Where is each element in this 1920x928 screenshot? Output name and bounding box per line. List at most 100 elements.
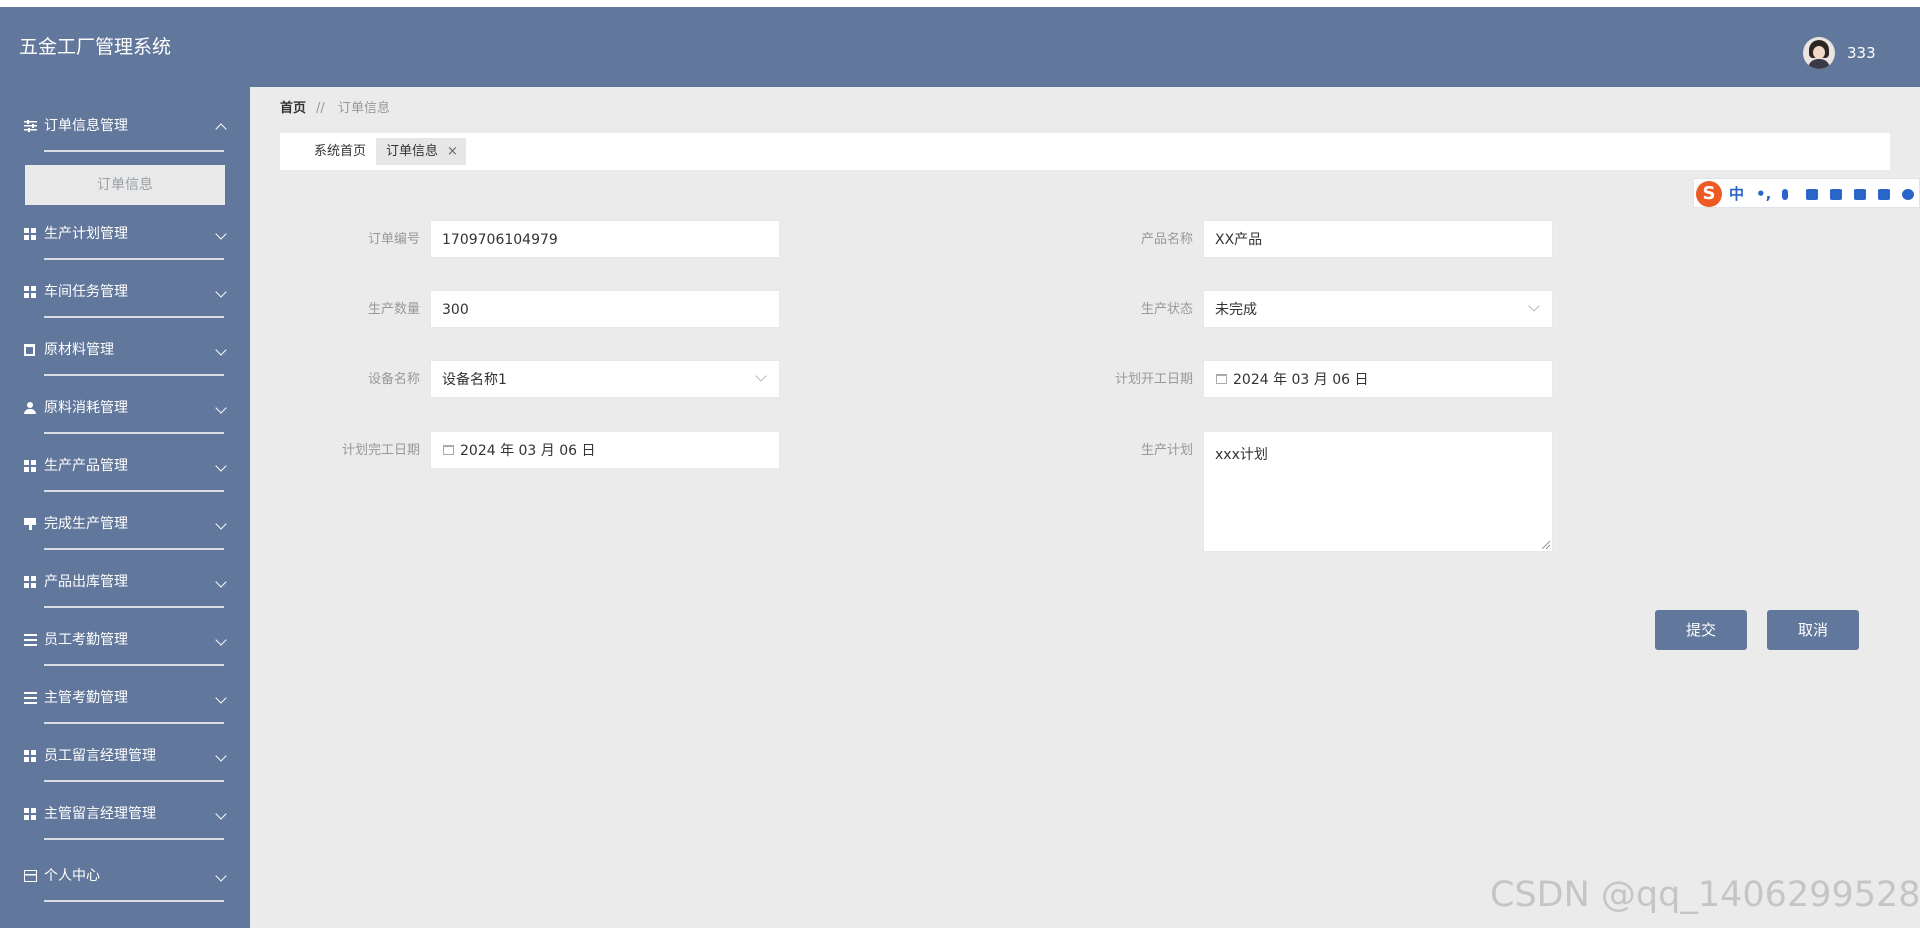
plan-textarea[interactable]: xxx计划: [1203, 431, 1553, 552]
sidebar-item-personal-center[interactable]: 个人中心: [0, 856, 250, 896]
skin-icon[interactable]: [1830, 189, 1842, 200]
microphone-icon[interactable]: [1782, 189, 1788, 200]
product-name-value: XX产品: [1215, 232, 1263, 248]
sogou-logo-icon[interactable]: S: [1696, 181, 1722, 207]
chevron-down-icon: [215, 518, 227, 530]
chevron-down-icon: [215, 576, 227, 588]
plan-start-value: 2024 年 03 月 06 日: [1233, 372, 1369, 388]
plan-value: xxx计划: [1215, 447, 1268, 463]
sidebar-item-label: 完成生产管理: [44, 516, 128, 532]
status-select[interactable]: 未完成: [1203, 290, 1553, 328]
chevron-down-icon: [215, 808, 227, 820]
apps-icon[interactable]: [1878, 189, 1890, 200]
chevron-down-icon: [215, 228, 227, 240]
sidebar-divider: [44, 374, 224, 376]
sidebar-item-label: 原料消耗管理: [44, 400, 128, 416]
quantity-input[interactable]: 300: [430, 290, 780, 328]
sidebar-item-raw-material[interactable]: 原材料管理: [0, 330, 250, 370]
submit-button[interactable]: 提交: [1655, 610, 1747, 650]
equipment-value: 设备名称1: [442, 372, 507, 388]
sidebar-item-supervisor-message[interactable]: 主管留言经理管理: [0, 794, 250, 834]
user-avatar[interactable]: [1803, 37, 1835, 69]
tab-bar: 系统首页 订单信息 ×: [280, 133, 1890, 170]
chevron-down-icon: [215, 634, 227, 646]
quantity-value: 300: [442, 302, 469, 318]
order-no-input[interactable]: 1709706104979: [430, 220, 780, 258]
sidebar-divider: [44, 316, 224, 318]
sidebar-item-staff-attendance[interactable]: 员工考勤管理: [0, 620, 250, 660]
settings-icon[interactable]: [1902, 189, 1914, 200]
ime-toolbar: S 中 •,: [1693, 178, 1920, 208]
sidebar-item-label: 员工考勤管理: [44, 632, 128, 648]
equipment-select[interactable]: 设备名称1: [430, 360, 780, 398]
quantity-label: 生产数量: [367, 302, 420, 317]
sidebar-item-product[interactable]: 生产产品管理: [0, 446, 250, 486]
plan-end-label: 计划完工日期: [341, 443, 420, 458]
plan-start-date-picker[interactable]: 2024 年 03 月 06 日: [1203, 360, 1553, 398]
sidebar-item-product-outbound[interactable]: 产品出库管理: [0, 562, 250, 602]
cancel-button[interactable]: 取消: [1767, 610, 1859, 650]
sidebar-divider: [44, 838, 224, 840]
sidebar-divider: [44, 548, 224, 550]
sidebar-divider: [44, 606, 224, 608]
sidebar-subitem-order-info[interactable]: 订单信息: [25, 165, 225, 205]
close-icon[interactable]: ×: [447, 138, 458, 165]
main-content: [250, 87, 1920, 928]
sidebar-item-finished-production[interactable]: 完成生产管理: [0, 504, 250, 544]
order-no-value: 1709706104979: [442, 232, 558, 248]
sidebar-item-label: 个人中心: [44, 868, 100, 884]
sidebar-divider: [44, 258, 224, 260]
tab-order-info[interactable]: 订单信息 ×: [376, 138, 466, 165]
sidebar-item-label: 主管考勤管理: [44, 690, 128, 706]
avatar-body: [1808, 59, 1830, 69]
grid-icon: [24, 750, 37, 762]
chevron-down-icon: [215, 286, 227, 298]
sidebar-item-order-info[interactable]: 订单信息管理: [0, 106, 250, 146]
ime-punctuation-toggle[interactable]: •,: [1756, 184, 1771, 204]
grid-icon: [24, 808, 37, 820]
plan-end-date-picker[interactable]: 2024 年 03 月 06 日: [430, 431, 780, 469]
grid-icon: [24, 576, 37, 588]
breadcrumb-home[interactable]: 首页: [280, 100, 306, 118]
sidebar-item-workshop-task[interactable]: 车间任务管理: [0, 272, 250, 312]
sidebar-item-staff-message[interactable]: 员工留言经理管理: [0, 736, 250, 776]
avatar-face: [1813, 46, 1825, 59]
list-icon: [24, 692, 37, 704]
equipment-label: 设备名称: [367, 372, 420, 387]
status-label: 生产状态: [1140, 302, 1193, 317]
resize-handle-icon[interactable]: [1542, 541, 1550, 549]
chevron-down-icon: [755, 370, 767, 382]
plan-start-label: 计划开工日期: [1114, 372, 1193, 387]
sidebar-item-label: 原材料管理: [44, 342, 114, 358]
grid-icon: [24, 228, 37, 240]
chevron-down-icon: [215, 402, 227, 414]
grid-icon: [24, 286, 37, 298]
sidebar-item-label: 订单信息管理: [44, 118, 128, 134]
ime-mode-toggle[interactable]: 中: [1729, 184, 1744, 204]
sidebar-item-material-consumption[interactable]: 原料消耗管理: [0, 388, 250, 428]
watermark: CSDN @qq_1406299528: [1490, 875, 1920, 915]
breadcrumb-current: 订单信息: [338, 101, 391, 116]
sidebar-item-label: 产品出库管理: [44, 574, 128, 590]
list-icon: [24, 634, 37, 646]
status-value: 未完成: [1215, 302, 1257, 318]
app-header: 五金工厂管理系统 333: [0, 7, 1920, 87]
keyboard-icon[interactable]: [1806, 189, 1818, 200]
flag-icon: [24, 518, 37, 530]
calendar-icon: [443, 445, 454, 455]
sidebar-item-supervisor-attendance[interactable]: 主管考勤管理: [0, 678, 250, 718]
chevron-up-icon: [215, 123, 227, 135]
sidebar-item-production-plan[interactable]: 生产计划管理: [0, 214, 250, 254]
sidebar-divider: [44, 664, 224, 666]
sidebar-divider: [44, 900, 224, 902]
sidebar-divider: [44, 150, 224, 152]
product-name-input[interactable]: XX产品: [1203, 220, 1553, 258]
plan-label: 生产计划: [1140, 443, 1193, 458]
gamepad-icon[interactable]: [1854, 189, 1866, 200]
username[interactable]: 333: [1847, 44, 1876, 62]
tab-home[interactable]: 系统首页: [294, 138, 386, 165]
chevron-down-icon: [215, 750, 227, 762]
sidebar-item-label: 员工留言经理管理: [44, 748, 156, 764]
sidebar-item-label: 主管留言经理管理: [44, 806, 156, 822]
tab-label: 订单信息: [386, 144, 439, 159]
